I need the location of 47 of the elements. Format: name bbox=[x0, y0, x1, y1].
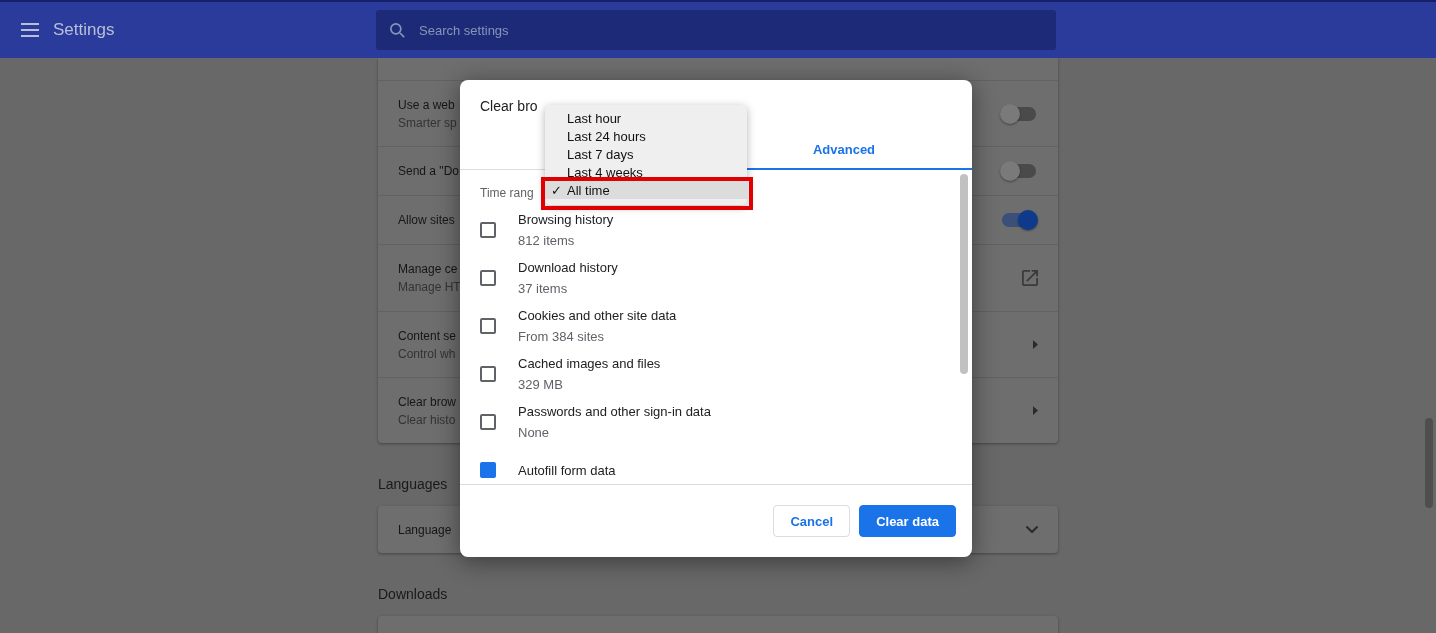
item-title: Cached images and files bbox=[518, 356, 661, 371]
item-title: Cookies and other site data bbox=[518, 308, 677, 323]
clear-data-button[interactable]: Clear data bbox=[859, 505, 956, 537]
item-detail: From 384 sites bbox=[518, 329, 605, 344]
item-detail: 37 items bbox=[518, 281, 569, 296]
item-title: Autofill form data bbox=[518, 462, 616, 478]
setting-title: Clear brow bbox=[398, 394, 457, 409]
search-icon bbox=[390, 22, 405, 38]
checkbox[interactable] bbox=[480, 366, 496, 382]
item-title: Browsing history bbox=[518, 212, 614, 227]
checkbox[interactable] bbox=[480, 270, 496, 286]
setting-title: Manage ce bbox=[398, 262, 459, 276]
setting-title: Send a "Do bbox=[398, 164, 459, 178]
toggle-switch[interactable] bbox=[1000, 103, 1038, 124]
section-heading: Downloads bbox=[378, 586, 448, 602]
scrollbar-thumb[interactable] bbox=[1425, 418, 1433, 508]
chevron-down-icon bbox=[1026, 526, 1038, 533]
setting-title: Use a web bbox=[398, 97, 456, 112]
cancel-button[interactable]: Cancel bbox=[773, 505, 851, 537]
setting-title: Language bbox=[398, 522, 452, 537]
checkbox[interactable] bbox=[480, 222, 496, 238]
arrow-right-icon bbox=[1033, 406, 1038, 415]
item-detail: 812 items bbox=[518, 233, 576, 248]
item-detail: 329 MB bbox=[518, 377, 564, 392]
menu-option[interactable]: ✓ All time bbox=[545, 181, 747, 199]
setting-title: Content se bbox=[398, 328, 457, 343]
checkbox[interactable] bbox=[480, 414, 496, 430]
checkbox[interactable] bbox=[480, 318, 496, 334]
setting-description: Clear histo bbox=[398, 412, 457, 427]
arrow-right-icon bbox=[1033, 340, 1038, 349]
menu-option[interactable]: Last hour bbox=[545, 109, 747, 127]
external-link-icon bbox=[1022, 270, 1038, 286]
page-title: Settings bbox=[53, 20, 115, 40]
item-title: Download history bbox=[518, 260, 618, 275]
section-heading: Languages bbox=[378, 476, 448, 492]
item-title: Passwords and other sign-in data bbox=[518, 404, 711, 419]
scrollbar-thumb[interactable] bbox=[960, 174, 968, 374]
item-detail: None bbox=[518, 425, 551, 440]
search-field[interactable]: Search settings bbox=[376, 10, 1056, 50]
checkbox[interactable] bbox=[480, 462, 496, 478]
menu-icon bbox=[21, 23, 39, 37]
time-range-label: Time rang bbox=[480, 186, 534, 200]
setting-title: Allow sites bbox=[398, 213, 455, 227]
toggle-switch[interactable] bbox=[1000, 210, 1038, 230]
setting-description: Control wh bbox=[398, 346, 457, 361]
dialog-title: Clear bro bbox=[480, 98, 538, 114]
toggle-switch[interactable] bbox=[1000, 161, 1038, 181]
